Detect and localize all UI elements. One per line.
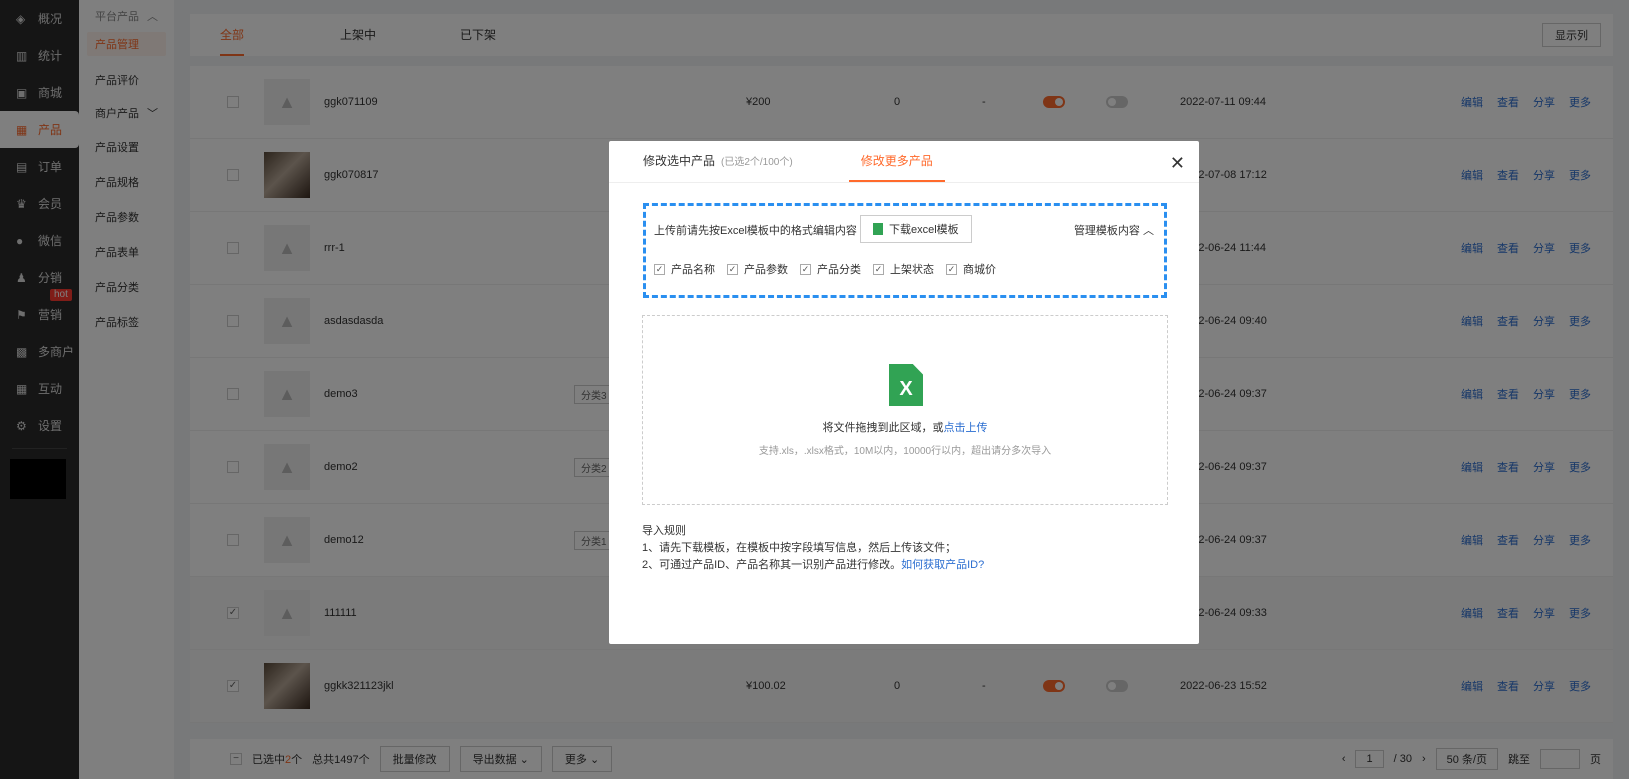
rule-1: 1、请先下载模板，在模板中按字段填写信息，然后上传该文件； <box>642 542 957 554</box>
bulk-edit-modal: 修改选中产品 (已选2个/100个) 修改更多产品 ✕ 上传前请先按Excel模板… <box>609 141 1199 644</box>
tab-label: 修改选中产品 <box>643 154 716 168</box>
excel-icon <box>873 223 883 235</box>
tab-edit-more[interactable]: 修改更多产品 <box>848 152 945 182</box>
field-label: 产品名称 <box>671 264 715 276</box>
field-label: 上架状态 <box>890 264 934 276</box>
check-icon: ✓ <box>946 263 957 275</box>
check-icon: ✓ <box>654 263 665 275</box>
download-template-button[interactable]: 下载excel模板 <box>860 215 972 243</box>
chevron-up-icon: ︿ <box>1143 225 1154 237</box>
dropzone-subtext: 支持.xls，.xlsx格式，10M以内，10000行以内，超出请分多次导入 <box>758 446 1052 457</box>
template-fields: ✓ 产品名称 ✓ 产品参数 ✓ 产品分类 ✓ 上架状态 ✓ 商城价 <box>654 261 996 277</box>
rule-2-text: 2、可通过产品ID、产品名称其一识别产品进行修改。 <box>642 559 902 571</box>
field-label: 产品分类 <box>817 264 861 276</box>
template-panel: 上传前请先按Excel模板中的格式编辑内容 下载excel模板 管理模板内容 ︿… <box>643 203 1167 298</box>
field-label: 商城价 <box>963 264 996 276</box>
click-upload-link[interactable]: 点击上传 <box>944 422 988 434</box>
upload-dropzone[interactable]: X 将文件拖拽到此区域，或点击上传 支持.xls，.xlsx格式，10M以内，1… <box>642 315 1168 505</box>
template-field-checkbox[interactable]: ✓ 上架状态 <box>873 261 934 277</box>
template-field-checkbox[interactable]: ✓ 产品参数 <box>727 261 788 277</box>
tab-edit-selected[interactable]: 修改选中产品 (已选2个/100个) <box>643 152 793 182</box>
manage-label: 管理模板内容 <box>1073 225 1140 237</box>
dropzone-text: 将文件拖拽到此区域，或点击上传 <box>643 419 1167 435</box>
close-icon[interactable]: ✕ <box>1170 153 1185 174</box>
drop-text: 将文件拖拽到此区域，或 <box>822 422 944 434</box>
field-label: 产品参数 <box>744 264 788 276</box>
check-icon: ✓ <box>800 263 811 275</box>
template-field-checkbox[interactable]: ✓ 商城价 <box>946 261 996 277</box>
excel-file-icon: X <box>889 364 923 406</box>
modal-tabs: 修改选中产品 (已选2个/100个) 修改更多产品 ✕ <box>609 141 1199 183</box>
how-get-id-link[interactable]: 如何获取产品ID? <box>901 559 984 571</box>
check-icon: ✓ <box>727 263 738 275</box>
selected-meta: (已选2个/100个) <box>721 157 793 168</box>
check-icon: ✓ <box>873 263 884 275</box>
template-hint: 上传前请先按Excel模板中的格式编辑内容 <box>654 225 857 237</box>
manage-template-toggle[interactable]: 管理模板内容 ︿ <box>1074 222 1154 238</box>
template-field-checkbox[interactable]: ✓ 产品分类 <box>800 261 861 277</box>
download-label: 下载excel模板 <box>889 224 959 236</box>
template-field-checkbox[interactable]: ✓ 产品名称 <box>654 261 715 277</box>
import-rules: 导入规则 1、请先下载模板，在模板中按字段填写信息，然后上传该文件； 2、可通过… <box>642 523 984 574</box>
rule-2: 2、可通过产品ID、产品名称其一识别产品进行修改。如何获取产品ID? <box>642 557 984 574</box>
rules-title: 导入规则 <box>642 525 686 537</box>
